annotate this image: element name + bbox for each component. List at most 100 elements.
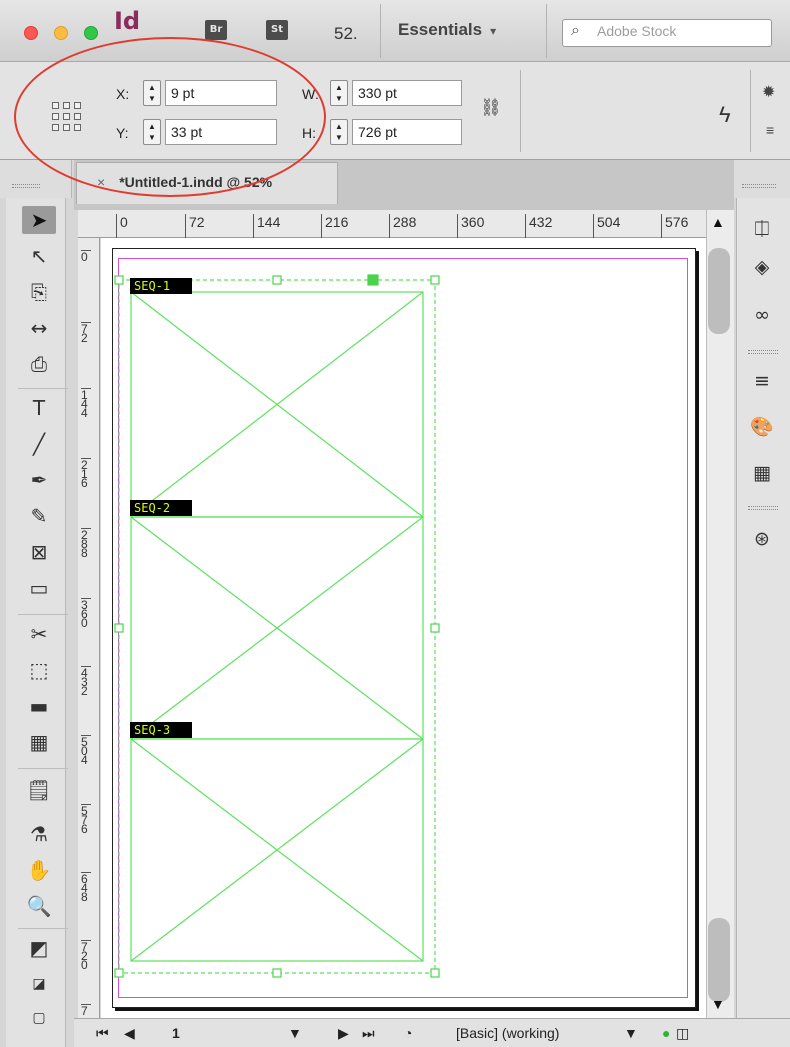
ruler-tick-label: 0 (116, 214, 128, 238)
stock-search-placeholder: Adobe Stock (597, 23, 677, 39)
preflight-status-icon: ● (662, 1025, 671, 1041)
go-to-bridge-button[interactable]: Br (205, 20, 227, 40)
zoom-level-display[interactable]: 52. (334, 24, 358, 44)
default-colors-icon[interactable]: ◪ (22, 970, 56, 998)
zoom-tool-icon[interactable]: 🔍 (22, 892, 56, 920)
vertical-ruler[interactable]: 0 7 2 1 4 4 2 1 6 2 8 8 3 6 0 4 3 2 5 0 … (78, 238, 100, 1018)
direct-selection-tool-icon[interactable]: ↖ (22, 242, 56, 270)
ruler-tick-label: 216 (321, 214, 348, 238)
panel-menu-icon[interactable]: ≡ (766, 122, 774, 138)
scroll-down-arrow-icon[interactable]: ▼ (711, 996, 725, 1012)
fill-stroke-swatch-icon[interactable]: ◩ (22, 934, 56, 962)
rectangle-frame-tool-icon[interactable]: ⊠ (22, 538, 56, 566)
dock-group-grip[interactable] (748, 506, 778, 510)
next-page-icon[interactable]: ▶ (338, 1025, 349, 1042)
ruler-tick-label: 7 2 (81, 322, 91, 344)
horizontal-ruler[interactable]: 0 72 144 216 288 360 432 504 576 (78, 210, 706, 238)
status-bar: ⏮ ◀ 1 ▼ ▶ ⏭ ◔ [Basic] (working) ▼ ● ◫ (74, 1018, 790, 1047)
color-panel-icon[interactable]: 🎨 (748, 414, 776, 440)
free-transform-tool-icon[interactable]: ⬚ (22, 656, 56, 684)
gradient-swatch-tool-icon[interactable]: ▬ (22, 692, 56, 720)
width-label: W: (302, 86, 319, 102)
hand-tool-icon[interactable]: ✋ (22, 856, 56, 884)
resize-handle (430, 275, 440, 285)
scroll-up-arrow-icon[interactable]: ▲ (711, 214, 725, 230)
x-position-label: X: (116, 86, 130, 102)
resize-handle (430, 623, 440, 633)
control-panel: X: ▲ ▼ 9 pt Y: ▲ ▼ 33 pt W: ▲ ▼ 330 pt H: ▲… (0, 62, 790, 160)
split-view-icon[interactable]: ◫ (676, 1025, 689, 1042)
ruler-tick-label: 360 (457, 214, 484, 238)
preflight-menu-chevron-icon[interactable]: ▼ (624, 1025, 638, 1041)
page-menu-chevron-icon[interactable]: ▼ (288, 1025, 302, 1041)
adobe-stock-search-input[interactable]: ⌕ Adobe Stock (562, 19, 772, 47)
adobe-stock-button[interactable]: St (266, 20, 288, 40)
content-collector-tool-icon[interactable]: ⎙ (22, 350, 56, 378)
dock-header[interactable] (734, 160, 790, 198)
width-stepper[interactable]: ▲ ▼ (330, 80, 348, 106)
page-number-field[interactable]: 1 (172, 1025, 180, 1041)
y-position-field[interactable]: 33 pt (165, 119, 277, 145)
links-panel-icon[interactable]: ∞ (748, 302, 776, 328)
previous-page-icon[interactable]: ◀ (124, 1025, 135, 1042)
selection-tool-icon[interactable]: ➤ (22, 206, 56, 234)
preflight-icon[interactable]: ◔ (404, 1025, 412, 1041)
height-label: H: (302, 125, 316, 141)
formatting-container-icon[interactable]: ▢ (22, 1004, 56, 1032)
type-tool-icon[interactable]: T (22, 394, 56, 422)
resize-handle (114, 623, 124, 633)
first-page-icon[interactable]: ⏮ (96, 1025, 109, 1042)
scrollbar-thumb[interactable] (708, 248, 730, 334)
pencil-tool-icon[interactable]: ✎ (22, 502, 56, 530)
note-tool-icon[interactable]: 🗒 (22, 776, 56, 804)
ruler-tick-label: 576 (661, 214, 688, 238)
frame-label-seq-3: SEQ-3 (130, 722, 192, 738)
page-tool-icon[interactable]: ⎘ (22, 278, 56, 306)
preflight-profile[interactable]: [Basic] (working) (456, 1025, 559, 1041)
dock-group-grip[interactable] (748, 350, 778, 354)
scissors-tool-icon[interactable]: ✂ (22, 620, 56, 648)
swatches-panel-icon[interactable]: ▦ (748, 460, 776, 486)
scrollbar-track-thumb[interactable] (708, 918, 730, 1002)
eyedropper-tool-icon[interactable]: ⚗ (22, 820, 56, 848)
ruler-tick-label: 504 (593, 214, 620, 238)
ruler-tick-label: 3 6 0 (81, 598, 91, 629)
close-window-button[interactable] (24, 26, 38, 40)
x-position-field[interactable]: 9 pt (165, 80, 277, 106)
selected-frame-group[interactable] (112, 270, 452, 985)
height-field[interactable]: 726 pt (352, 119, 462, 145)
frame-label-seq-2: SEQ-2 (130, 500, 192, 516)
rectangle-tool-icon[interactable]: ▭ (22, 574, 56, 602)
line-tool-icon[interactable]: ╱ (22, 430, 56, 458)
appbar-divider (380, 4, 381, 58)
zoom-window-button[interactable] (84, 26, 98, 40)
ruler-tick-label: 72 (185, 214, 205, 238)
quick-apply-icon[interactable]: ϟ (719, 102, 731, 128)
ruler-tick-label: 144 (253, 214, 280, 238)
layers-panel-icon[interactable]: ◈ (748, 254, 776, 280)
close-tab-icon[interactable]: × (97, 174, 105, 190)
ruler-tick-label: 7 2 0 (81, 940, 91, 971)
pages-panel-icon[interactable]: ⎅ (748, 216, 776, 242)
ruler-tick-label: 288 (389, 214, 416, 238)
tools-panel: ➤ ↖ ⎘ ↔ ⎙ T ╱ ✒ ✎ ⊠ ▭ ✂ ⬚ ▬ ▦ 🗒 ⚗ ✋ 🔍 ◩ … (6, 198, 68, 1047)
pen-tool-icon[interactable]: ✒ (22, 466, 56, 494)
gear-icon[interactable]: ✹ (762, 82, 775, 102)
x-stepper[interactable]: ▲ ▼ (143, 80, 161, 106)
cc-libraries-panel-icon[interactable]: ⊛ (748, 526, 776, 552)
constrain-proportions-icon[interactable]: ⛓ (480, 98, 502, 120)
tools-panel-header[interactable] (0, 160, 72, 198)
document-tab[interactable]: × *Untitled-1.indd @ 52% (76, 162, 338, 204)
height-stepper[interactable]: ▲ ▼ (330, 119, 348, 145)
last-page-icon[interactable]: ⏭ (362, 1025, 375, 1042)
y-stepper[interactable]: ▲ ▼ (143, 119, 161, 145)
reference-point-icon[interactable] (52, 102, 82, 132)
gap-tool-icon[interactable]: ↔ (22, 314, 56, 342)
stroke-panel-icon[interactable]: ≡ (748, 368, 776, 394)
ruler-tick-label: 1 4 4 (81, 388, 91, 419)
workspace-switcher[interactable]: Essentials ▾ (398, 20, 496, 40)
gradient-feather-tool-icon[interactable]: ▦ (22, 728, 56, 756)
minimize-window-button[interactable] (54, 26, 68, 40)
width-field[interactable]: 330 pt (352, 80, 462, 106)
ruler-tick-label: 6 4 8 (81, 872, 91, 903)
